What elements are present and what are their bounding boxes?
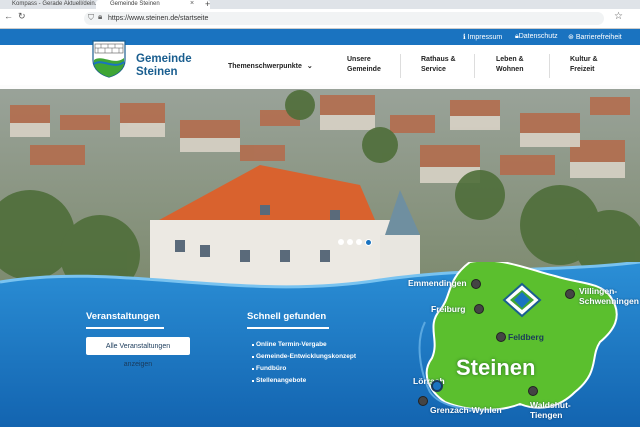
map-label-grenzach[interactable]: Grenzach-Wyhlen [430,405,502,415]
nav-line: Service [421,66,446,73]
new-tab-button[interactable]: + [205,0,210,9]
nav-line: Rathaus & [421,56,456,63]
lock-icon[interactable]: 🔒︎ [98,12,102,22]
impressum-label: Impressum [467,34,503,41]
all-events-button[interactable]: Alle Veranstaltungen anzeigen [86,337,190,368]
map-label-freiburg[interactable]: Freiburg [431,304,465,314]
map-marker-villingen[interactable] [565,289,575,299]
barrierefreiheit-label: Barrierefreiheit [575,34,622,41]
link-online-termin[interactable]: Online Termin-Vergabe [256,341,327,348]
nav-kultur-freizeit[interactable]: Kultur & Freizeit [570,55,598,75]
close-tab-icon[interactable]: × [190,0,194,7]
map-label-steinen[interactable]: Steinen [456,355,535,381]
map-label-line: Schwenningen [579,296,639,306]
map-label-emmendingen[interactable]: Emmendingen [408,278,467,288]
map-marker-freiburg[interactable] [474,304,484,314]
events-underline [86,327,164,329]
bookmark-star-icon[interactable]: ☆ [614,11,623,22]
logo-line-1: Gemeinde [136,53,192,65]
slider-dot-4-active[interactable] [365,239,372,246]
link-entwicklungskonzept[interactable]: Gemeinde-Entwicklungskonzept [256,353,356,360]
map-label-villingen[interactable]: Villingen- Schwenningen [579,286,639,306]
map-marker-emmendingen[interactable] [471,279,481,289]
map-label-waldshut[interactable]: Waldshut- Tiengen [530,400,571,420]
bullet [252,344,254,346]
map-label-feldberg[interactable]: Feldberg [508,332,544,342]
quick-links-heading: Schnell gefunden [247,311,327,322]
impressum-link[interactable]: ℹ Impressum [463,33,502,41]
map-label-line: Tiengen [530,410,563,420]
tab-label: Kompass - Gerade Aktuell/dein... [12,1,100,7]
map-label-line: Waldshut- [530,400,571,410]
nav-line: Gemeinde [347,66,381,73]
slider-dot-2[interactable] [347,239,353,245]
logo-line-2: Steinen [136,66,178,78]
accessibility-icon: ⊛ [568,34,576,41]
themes-label: Themenschwerpunkte [228,63,302,70]
map-marker-waldshut[interactable] [528,386,538,396]
bullet [252,380,254,382]
shield-icon[interactable]: ⛉ [88,13,94,23]
map-marker-feldberg[interactable] [496,332,506,342]
events-heading: Veranstaltungen [86,311,160,322]
map-label-line: Villingen- [579,286,618,296]
slider-dot-1[interactable] [338,239,344,245]
nav-line: Wohnen [496,66,524,73]
nav-divider [400,54,401,78]
barrierefreiheit-link[interactable]: ⊛ Barrierefreiheit [568,33,622,41]
quick-links-underline [247,327,329,329]
themenschwerpunkte-dropdown[interactable]: Themenschwerpunkte ⌄ [228,62,313,70]
link-fundbuero[interactable]: Fundbüro [256,365,286,372]
datenschutz-link[interactable]: 🔒︎Datenschutz [515,33,558,41]
nav-line: Kultur & [570,56,598,63]
reload-icon[interactable]: ↻ [18,11,26,22]
steinen-coat-of-arms-icon[interactable] [92,40,126,78]
url-field[interactable]: https://www.steinen.de/startseite [84,12,604,25]
back-icon[interactable]: ← [4,11,13,21]
nav-unsere-gemeinde[interactable]: Unsere Gemeinde [347,55,381,75]
browser-tab-kompass[interactable]: Kompass - Gerade Aktuell/dein... [2,0,104,9]
nav-line: Freizeit [570,66,595,73]
map-marker-loerrach[interactable] [418,396,428,406]
map-marker-steinen[interactable] [431,380,443,392]
nav-line: Unsere [347,56,371,63]
nav-line: Leben & [496,56,524,63]
hero-town-image [0,85,640,290]
bullet [252,356,254,358]
bullet [252,368,254,370]
nav-leben-wohnen[interactable]: Leben & Wohnen [496,55,524,75]
nav-rathaus-service[interactable]: Rathaus & Service [421,55,456,75]
slider-dot-3[interactable] [356,239,362,245]
tab-label: Gemeinde Steinen [110,1,160,7]
url-text: https://www.steinen.de/startseite [108,15,209,22]
site-logo-text[interactable]: Gemeinde Steinen [136,53,192,79]
link-stellenangebote[interactable]: Stellenangebote [256,377,306,384]
chevron-down-icon: ⌄ [306,63,313,70]
nav-divider [474,54,475,78]
nav-divider [549,54,550,78]
datenschutz-label: Datenschutz [518,33,558,40]
